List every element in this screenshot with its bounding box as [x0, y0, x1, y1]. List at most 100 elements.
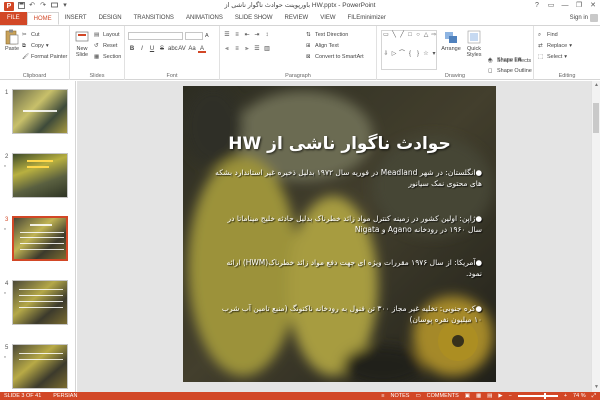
font-color-button[interactable]: A: [198, 45, 206, 53]
slide-bullet[interactable]: ●انگلستان: در شهر Meadland در فوریه سال …: [212, 168, 482, 189]
minimize-button[interactable]: —: [558, 0, 572, 12]
tab-view[interactable]: VIEW: [314, 12, 341, 25]
star-shape-icon[interactable]: ☆: [422, 50, 430, 58]
reading-view-icon[interactable]: ▤: [487, 392, 492, 400]
underline-button[interactable]: U: [148, 45, 156, 53]
section-button[interactable]: ▦ Section: [94, 53, 121, 61]
slide-title[interactable]: حوادث ناگوار ناشی از HW: [183, 134, 496, 154]
brace-shape-icon[interactable]: }: [414, 50, 422, 58]
tab-design[interactable]: DESIGN: [93, 12, 128, 25]
curve-shape-icon[interactable]: ⌒: [398, 50, 406, 58]
brace-shape-icon[interactable]: {: [406, 50, 414, 58]
new-slide-button[interactable]: New Slide: [72, 29, 92, 58]
grow-font-icon[interactable]: A: [205, 32, 209, 40]
line-shape-icon[interactable]: ╲: [390, 31, 398, 39]
font-name-combo[interactable]: [128, 32, 183, 40]
language-indicator[interactable]: PERSIAN: [53, 392, 77, 400]
bullets-icon[interactable]: ☰: [223, 31, 231, 39]
slide-sorter-icon[interactable]: ▦: [476, 392, 481, 400]
numbering-icon[interactable]: ≡: [233, 31, 241, 39]
layout-button[interactable]: ▤ Layout: [94, 31, 120, 39]
zoom-in-icon[interactable]: +: [564, 392, 567, 400]
notes-button[interactable]: NOTES: [391, 392, 410, 400]
decrease-indent-icon[interactable]: ⇤: [243, 31, 251, 39]
text-direction-button[interactable]: ⇅ Text Direction: [306, 31, 348, 39]
normal-view-icon[interactable]: ▣: [465, 392, 470, 400]
comments-button[interactable]: COMMENTS: [427, 392, 459, 400]
font-size-combo[interactable]: [185, 32, 203, 40]
slide-thumbnail-selected[interactable]: 3 *: [0, 216, 75, 272]
account-avatar[interactable]: [590, 14, 598, 22]
shape-outline-button[interactable]: ◻ Shape Outline: [488, 67, 532, 75]
textbox-shape-icon[interactable]: ▭: [382, 31, 390, 39]
paste-button[interactable]: Paste: [3, 29, 21, 52]
copy-button[interactable]: ⧉ Copy ▾: [22, 42, 49, 50]
select-button[interactable]: ⬚ Select ▾: [538, 53, 567, 61]
tab-file[interactable]: FILE: [0, 12, 27, 25]
fit-to-window-icon[interactable]: ⤢: [592, 392, 596, 400]
change-case-button[interactable]: Aa: [188, 45, 196, 53]
help-button[interactable]: ?: [530, 0, 544, 12]
slide-thumbnails-pane[interactable]: 1 2 * 3 * 4 * 5 *: [0, 81, 76, 392]
strikethrough-button[interactable]: S: [158, 45, 166, 53]
italic-button[interactable]: I: [138, 45, 146, 53]
line-shape-icon[interactable]: ╱: [398, 31, 406, 39]
tab-animations[interactable]: ANIMATIONS: [180, 12, 229, 25]
zoom-level[interactable]: 74 %: [573, 392, 586, 400]
find-button[interactable]: ⌕ Find: [538, 31, 558, 39]
shapes-gallery[interactable]: ▭ ╲ ╱ □ ○ △ ⇨ ⇩ ▷ ⌒{} ☆ ▾: [381, 30, 437, 70]
shape-effects-visible[interactable]: ◎ Shape Effects: [488, 57, 531, 65]
scroll-up-icon[interactable]: ▲: [592, 81, 600, 90]
vertical-scrollbar[interactable]: ▲ ▼: [591, 81, 600, 392]
restore-button[interactable]: ❐: [572, 0, 586, 12]
ribbon-display-options-icon[interactable]: ▭: [544, 0, 558, 12]
tab-review[interactable]: REVIEW: [279, 12, 315, 25]
quick-styles-button[interactable]: Quick Styles: [463, 29, 485, 58]
slide-thumbnail[interactable]: 1: [0, 89, 75, 145]
more-shapes-icon[interactable]: ▾: [430, 50, 438, 58]
slide-bullet[interactable]: ●کره جنوبی: تخلیه غیر مجاز ۳۰۰ تن فنول ب…: [212, 304, 482, 325]
zoom-out-icon[interactable]: −: [509, 392, 512, 400]
oval-shape-icon[interactable]: ○: [414, 31, 422, 39]
align-center-icon[interactable]: ≡: [233, 45, 241, 53]
bold-button[interactable]: B: [128, 45, 136, 53]
line-spacing-icon[interactable]: ↕: [263, 31, 271, 39]
character-spacing-button[interactable]: AV: [178, 45, 186, 53]
triangle-shape-icon[interactable]: ▷: [390, 50, 398, 58]
cut-button[interactable]: ✂ Cut: [22, 31, 40, 39]
align-text-button[interactable]: ⊞ Align Text: [306, 42, 339, 50]
comments-icon[interactable]: ▭: [415, 392, 420, 400]
align-left-icon[interactable]: ⫷: [223, 45, 231, 53]
increase-indent-icon[interactable]: ⇥: [253, 31, 261, 39]
arrow-shape-icon[interactable]: ⇨: [430, 31, 438, 39]
align-right-icon[interactable]: ⫸: [243, 45, 251, 53]
columns-icon[interactable]: ▥: [263, 45, 271, 53]
zoom-slider-thumb[interactable]: [543, 393, 546, 399]
slide-thumbnail[interactable]: 2 *: [0, 153, 75, 209]
format-painter-button[interactable]: 🖌 Format Painter: [22, 53, 67, 61]
scroll-down-icon[interactable]: ▼: [592, 383, 600, 392]
arrow-shape-icon[interactable]: ⇩: [382, 50, 390, 58]
slide-canvas[interactable]: حوادث ناگوار ناشی از HW ●انگلستان: در شه…: [183, 86, 496, 382]
scrollbar-thumb[interactable]: [593, 103, 599, 133]
slide-bullet[interactable]: ●آمریکا: از سال ۱۹۷۶ مقررات ویژه ای جهت …: [212, 258, 482, 279]
justify-icon[interactable]: ☰: [253, 45, 261, 53]
arrange-button[interactable]: Arrange: [440, 29, 462, 52]
zoom-slider[interactable]: [517, 393, 558, 399]
tab-insert[interactable]: INSERT: [59, 12, 93, 25]
close-button[interactable]: ✕: [586, 0, 600, 12]
slideshow-view-icon[interactable]: ▶: [498, 392, 502, 400]
tab-slide-show[interactable]: SLIDE SHOW: [229, 12, 279, 25]
tab-transitions[interactable]: TRANSITIONS: [128, 12, 180, 25]
text-shadow-button[interactable]: abc: [168, 45, 178, 53]
tab-fileminimizer[interactable]: FILEminimizer: [342, 12, 392, 25]
notes-icon[interactable]: ≡: [381, 392, 384, 400]
convert-smartart-button[interactable]: ⊠ Convert to SmartArt: [306, 53, 364, 61]
tab-home[interactable]: HOME: [26, 12, 59, 25]
slide-editor[interactable]: حوادث ناگوار ناشی از HW ●انگلستان: در شه…: [77, 81, 591, 392]
slide-thumbnail[interactable]: 5 *: [0, 344, 75, 392]
replace-button[interactable]: ⇄ Replace ▾: [538, 42, 572, 50]
slide-bullet[interactable]: ●ژاپن: اولین کشور در زمینه کنترل مواد زا…: [212, 214, 483, 235]
rectangle-shape-icon[interactable]: □: [406, 31, 414, 39]
reset-button[interactable]: ↺ Reset: [94, 42, 117, 50]
